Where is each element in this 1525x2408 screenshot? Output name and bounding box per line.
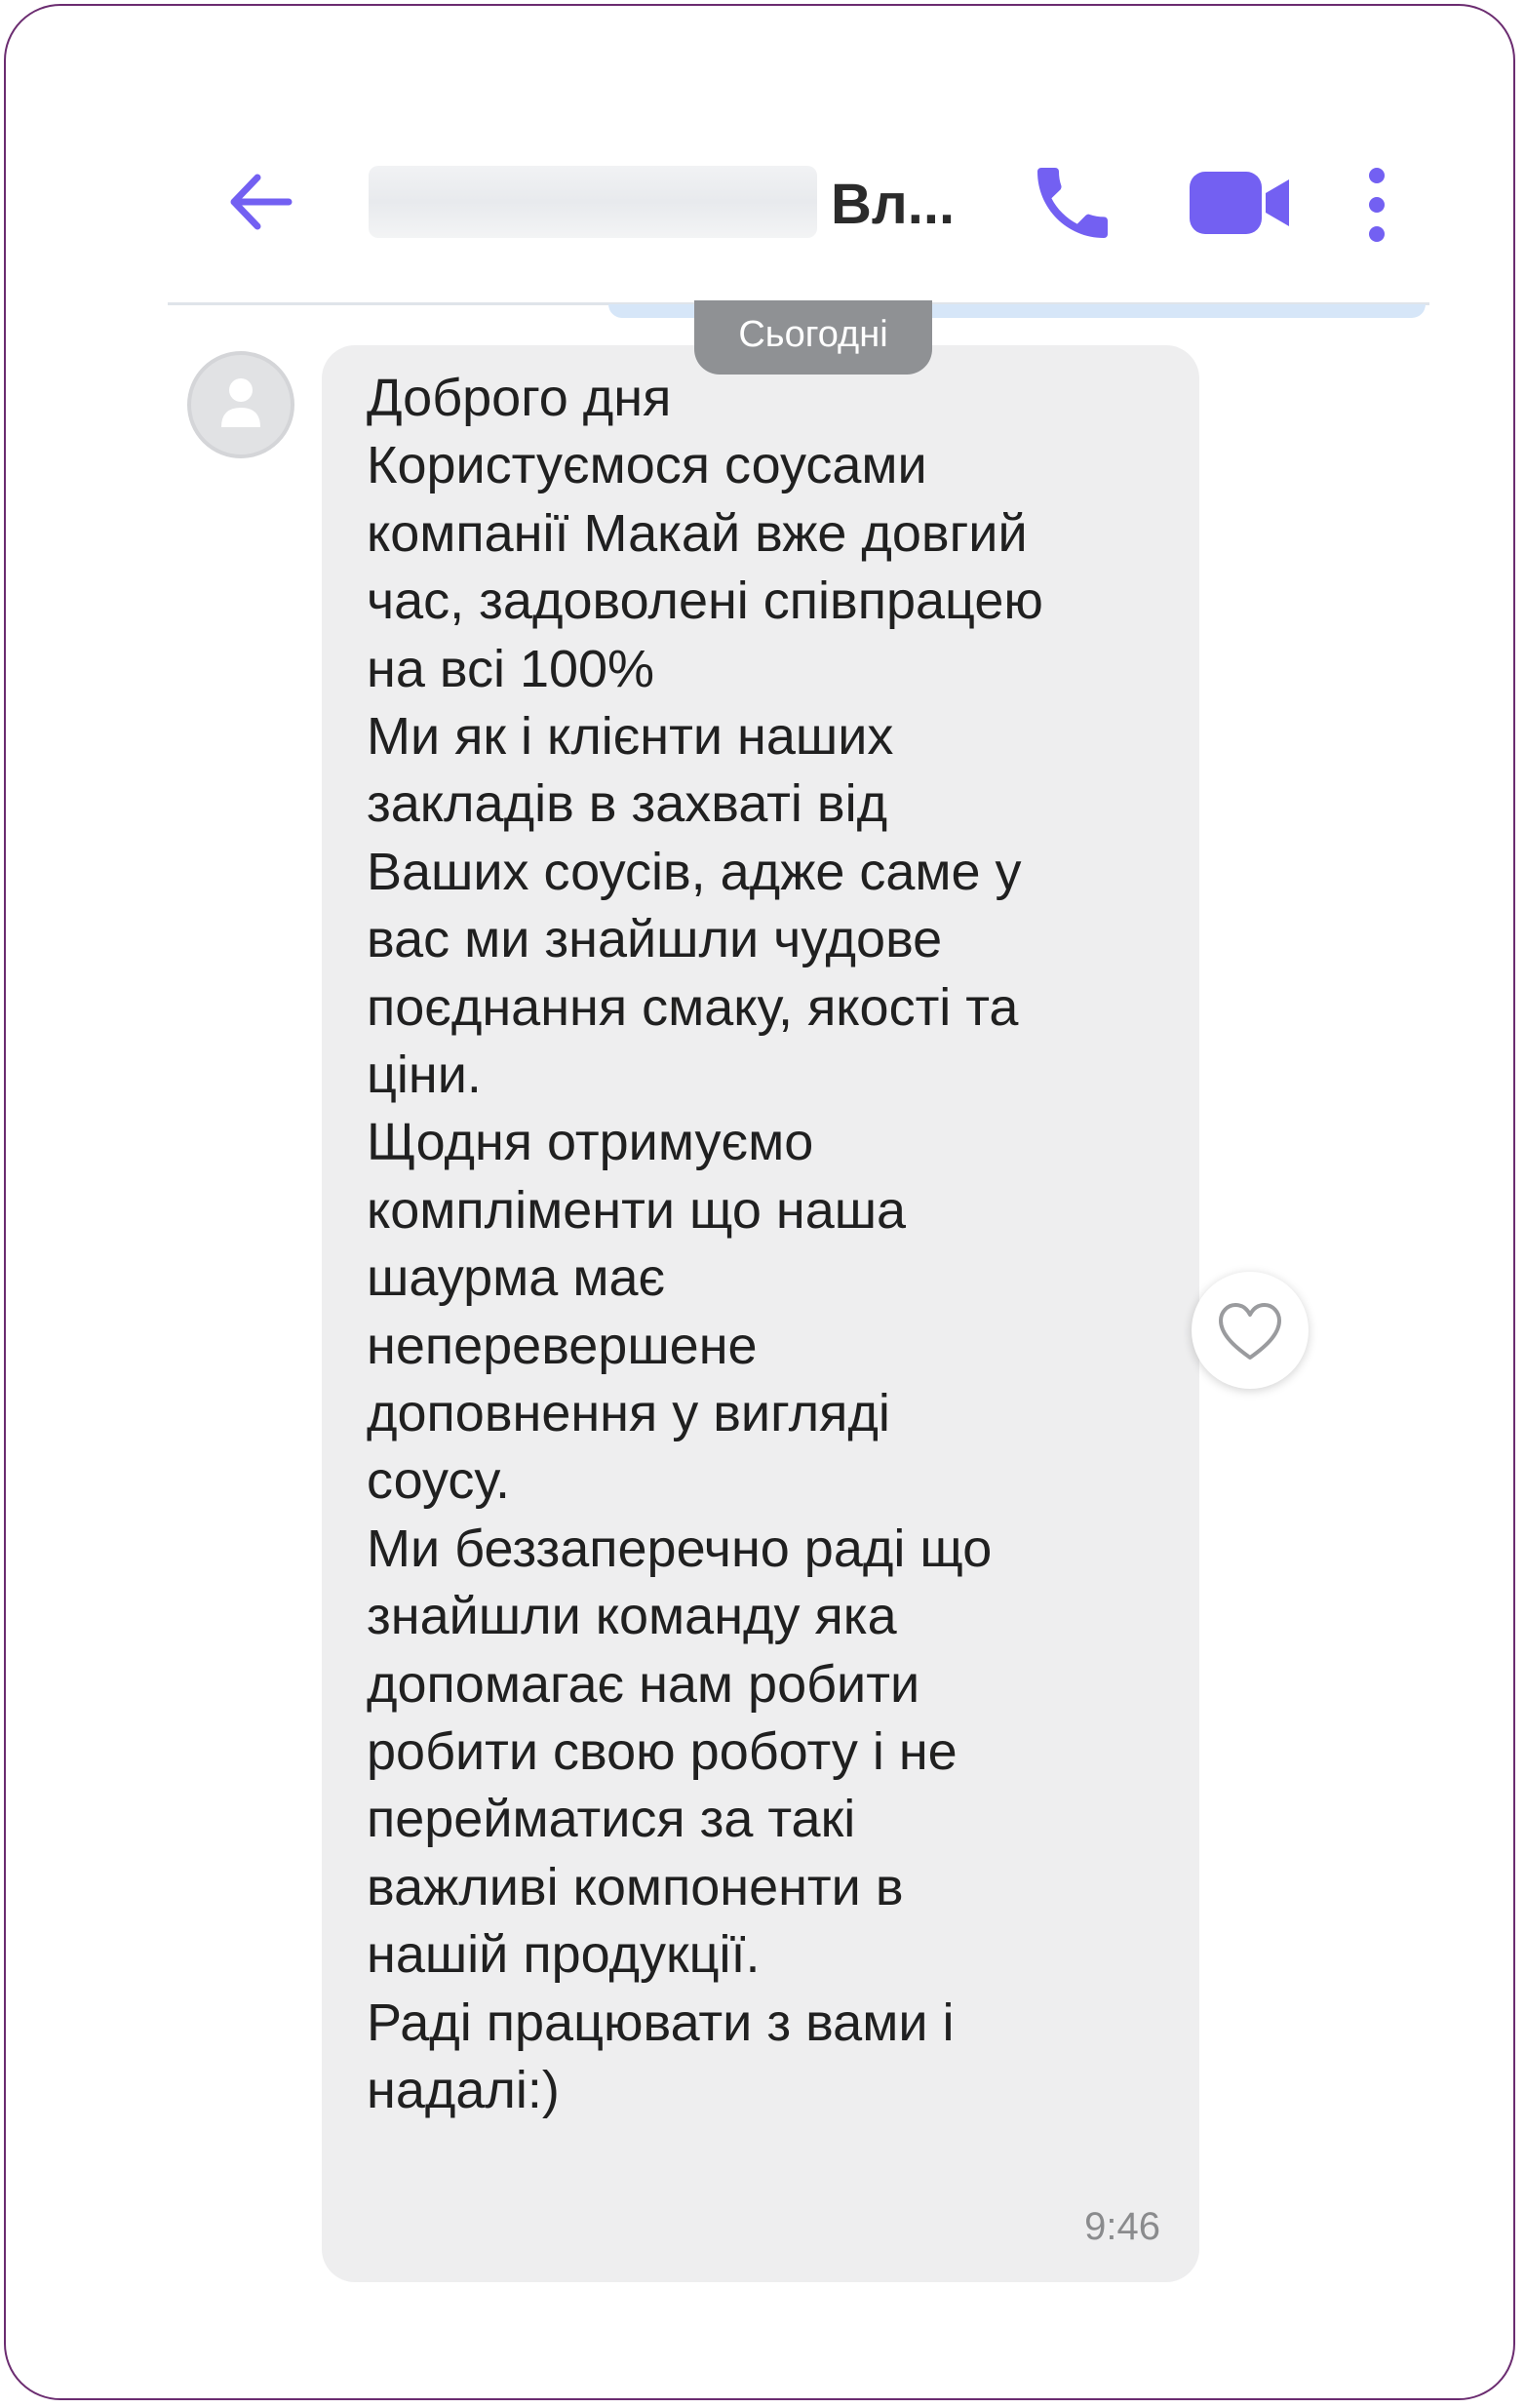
video-camera-icon (1190, 172, 1289, 234)
voice-call-button[interactable] (1026, 156, 1119, 250)
redacted-name-block (369, 166, 817, 238)
heart-outline-icon (1219, 1303, 1281, 1360)
contact-name-text: Вл... (831, 173, 956, 236)
sender-avatar[interactable] (187, 351, 294, 458)
message-line: Ми беззаперечно раді що (367, 1519, 993, 1578)
message-line: неперевершене (367, 1316, 758, 1375)
message-time: 9:46 (1084, 2205, 1160, 2248)
message-line: компліменти що наша (367, 1180, 907, 1240)
message-line: Раді працювати з вами і (367, 1993, 955, 2052)
message-line: нашій продукції. (367, 1925, 761, 1985)
message-line: поєднання смаку, якості та (367, 977, 1019, 1037)
date-separator: Сьогодні (694, 300, 932, 375)
like-button[interactable] (1192, 1272, 1309, 1389)
chat-screen: Вл... Сьогодні Доброго дня Користуємося … (168, 84, 1429, 2327)
message-line: на всі 100% (367, 639, 655, 698)
message-line: закладів в захваті від (367, 774, 888, 834)
message-line: допомагає нам робити (367, 1654, 920, 1714)
message-line: доповнення у вигляді (367, 1384, 890, 1442)
back-arrow-icon (230, 174, 293, 230)
more-options-button[interactable] (1359, 164, 1394, 246)
contact-name[interactable]: Вл... (369, 166, 969, 244)
message-line: Щодня отримуємо (367, 1113, 814, 1172)
message-line: компанії Макай вже довгий (367, 503, 1028, 563)
message-line: надалі:) (367, 2061, 560, 2119)
back-button[interactable] (224, 166, 296, 238)
message-line: ціни. (367, 1046, 482, 1104)
message-line: вас ми знайшли чудове (367, 910, 943, 969)
message-line: перейматися за такі (367, 1790, 856, 1849)
phone-icon (1037, 168, 1108, 238)
chat-header: Вл... (168, 84, 1429, 305)
message-line: Користуємося соусами (367, 436, 927, 495)
message-line: важливі компоненти в (367, 1857, 904, 1916)
screenshot-frame: Вл... Сьогодні Доброго дня Користуємося … (4, 4, 1515, 2400)
message-line: Ваших соусів, адже саме у (367, 842, 1022, 901)
person-icon (221, 378, 260, 427)
message-line: час, задоволені співпрацею (367, 572, 1043, 631)
more-vertical-icon (1369, 168, 1385, 242)
video-call-button[interactable] (1188, 168, 1291, 238)
message-line: Доброго дня (367, 369, 672, 427)
message-line: шаурма має (367, 1248, 666, 1308)
message-bubble[interactable]: Доброго дня Користуємося соусами компані… (322, 345, 1199, 2282)
message-line: знайшли команду яка (367, 1587, 897, 1646)
message-line: соусу. (367, 1451, 511, 1511)
message-line: Ми як і клієнти наших (367, 707, 894, 766)
message-line: робити свою роботу і не (367, 1722, 958, 1781)
